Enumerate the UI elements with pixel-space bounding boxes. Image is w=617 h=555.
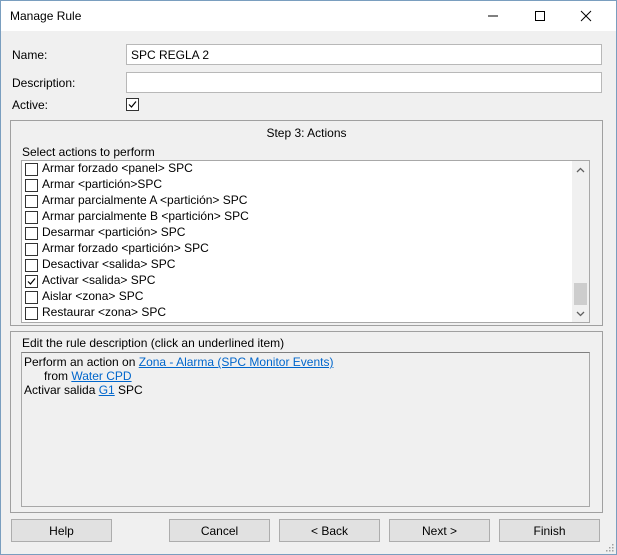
resize-grip-icon[interactable] [604, 542, 614, 552]
action-list-item[interactable]: Armar <partición>SPC [25, 177, 570, 193]
checkmark-icon [128, 101, 137, 108]
action-list-item[interactable]: Armar parcialmente B <partición> SPC [25, 209, 570, 225]
back-button[interactable]: < Back [279, 519, 380, 542]
actions-listbox[interactable]: Armar forzado <panel> SPC Armar <partició… [21, 160, 590, 323]
output-link[interactable]: G1 [99, 383, 115, 397]
description-line: from Water CPD [24, 369, 587, 383]
name-label: Name: [12, 48, 48, 62]
chevron-up-icon [576, 167, 585, 172]
action-label: Desarmar <partición> SPC [42, 225, 186, 239]
action-checkbox[interactable] [25, 195, 38, 208]
action-label: Armar forzado <partición> SPC [42, 241, 209, 255]
chevron-down-icon [576, 311, 585, 316]
maximize-button[interactable] [517, 1, 563, 31]
scrollbar-thumb[interactable] [574, 283, 587, 305]
action-list-item[interactable]: Restaurar <zona> SPC [25, 305, 570, 321]
action-checkbox[interactable] [25, 163, 38, 176]
maximize-icon [535, 11, 545, 21]
vertical-scrollbar[interactable] [572, 161, 589, 322]
scroll-up-button[interactable] [572, 161, 589, 178]
close-button[interactable] [563, 1, 609, 31]
device-link[interactable]: Water CPD [71, 369, 131, 383]
title-bar[interactable]: Manage Rule [1, 1, 616, 31]
event-source-link[interactable]: Zona - Alarma (SPC Monitor Events) [139, 355, 334, 369]
description-text: Perform an action on [24, 355, 139, 369]
action-checkbox[interactable] [25, 275, 38, 288]
action-list-item[interactable]: Desactivar <salida> SPC [25, 257, 570, 273]
help-button[interactable]: Help [11, 519, 112, 542]
scroll-down-button[interactable] [572, 305, 589, 322]
action-checkbox[interactable] [25, 243, 38, 256]
action-list-item[interactable]: Activar <salida> SPC [25, 273, 570, 289]
description-text: Activar salida [24, 383, 99, 397]
action-list-item[interactable]: Aislar <zona> SPC [25, 289, 570, 305]
action-label: Armar parcialmente A <partición> SPC [42, 193, 248, 207]
description-input[interactable] [126, 72, 602, 93]
cancel-button[interactable]: Cancel [169, 519, 270, 542]
manage-rule-dialog: Manage Rule Name: SPC REGLA 2 Descriptio… [0, 0, 617, 555]
action-label: Activar <salida> SPC [42, 273, 156, 287]
description-label: Description: [12, 76, 76, 90]
action-label: Armar parcialmente B <partición> SPC [42, 209, 249, 223]
next-button[interactable]: Next > [389, 519, 490, 542]
checkmark-icon [27, 278, 36, 285]
description-line: Perform an action on Zona - Alarma (SPC … [24, 355, 587, 369]
action-label: Restaurar <zona> SPC [42, 305, 167, 319]
action-list-item[interactable]: Desarmar <partición> SPC [25, 225, 570, 241]
finish-button[interactable]: Finish [499, 519, 600, 542]
rule-description-group: Edit the rule description (click an unde… [10, 331, 603, 513]
actions-group: Step 3: Actions Select actions to perfor… [10, 120, 603, 326]
window-title: Manage Rule [10, 9, 82, 23]
action-checkbox[interactable] [25, 307, 38, 320]
rule-description-box: Perform an action on Zona - Alarma (SPC … [21, 352, 590, 507]
name-input[interactable]: SPC REGLA 2 [126, 44, 602, 65]
active-checkbox[interactable] [126, 98, 139, 111]
minimize-button[interactable] [470, 1, 516, 31]
action-checkbox[interactable] [25, 227, 38, 240]
action-list-item[interactable]: Armar parcialmente A <partición> SPC [25, 193, 570, 209]
action-checkbox[interactable] [25, 211, 38, 224]
description-text: SPC [114, 383, 143, 397]
minimize-icon [488, 15, 498, 17]
description-line: Activar salida G1 SPC [24, 383, 587, 397]
close-icon [580, 10, 592, 22]
edit-rule-description-label: Edit the rule description (click an unde… [22, 336, 285, 350]
action-label: Armar <partición>SPC [42, 177, 163, 191]
action-label: Aislar <zona> SPC [42, 289, 144, 303]
select-actions-label: Select actions to perform [22, 145, 155, 159]
action-checkbox[interactable] [25, 179, 38, 192]
active-label: Active: [12, 98, 49, 112]
action-checkbox[interactable] [25, 291, 38, 304]
action-list-item[interactable]: Armar forzado <partición> SPC [25, 241, 570, 257]
action-list-item[interactable]: Armar forzado <panel> SPC [25, 161, 570, 177]
action-label: Armar forzado <panel> SPC [42, 161, 193, 175]
step-title: Step 3: Actions [266, 126, 347, 140]
action-checkbox[interactable] [25, 259, 38, 272]
action-label: Desactivar <salida> SPC [42, 257, 176, 271]
description-text: from [44, 369, 72, 383]
